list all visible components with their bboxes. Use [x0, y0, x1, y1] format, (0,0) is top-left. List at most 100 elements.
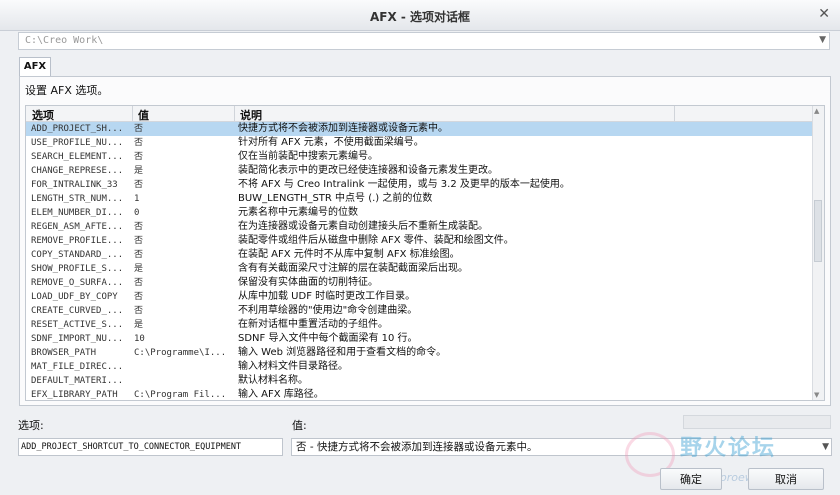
row-option: SDNF_IMPORT_NU...: [31, 334, 124, 344]
column-divider[interactable]: [674, 106, 675, 121]
vertical-scrollbar[interactable]: ▲ ▼: [812, 106, 824, 400]
table-row[interactable]: MAT_FILE_DIREC... 输入材料文件目录路径。: [26, 360, 814, 374]
row-value: 否: [134, 292, 144, 302]
scroll-up-icon[interactable]: ▲: [814, 107, 819, 115]
row-option: EFX_LIBRARY_PATH: [31, 390, 118, 400]
row-value: 否: [134, 250, 144, 260]
row-option: MAT_FILE_DIREC...: [31, 362, 124, 372]
row-value: 否: [134, 138, 144, 148]
row-value: 10: [134, 334, 145, 344]
options-panel: 设置 AFX 选项。 选项 值 说明 ADD_PROJECT_SH... 否 快捷方…: [19, 76, 831, 406]
table-row[interactable]: USE_PROFILE_NU... 否 针对所有 AFX 元素，不使用截面梁编号。: [26, 136, 814, 150]
table-row[interactable]: DEFAULT_MATERI... 默认材料名称。: [26, 374, 814, 388]
close-icon[interactable]: ✕: [818, 6, 830, 22]
row-description: 针对所有 AFX 元素，不使用截面梁编号。: [238, 137, 424, 148]
options-table: 选项 值 说明 ADD_PROJECT_SH... 否 快捷方式将不会被添加到连接器…: [25, 105, 825, 401]
table-row[interactable]: COPY_STANDARD_... 否 在装配 AFX 元件时不从库中复制 AFX …: [26, 248, 814, 262]
row-description: 仅在当前装配中搜索元素编号。: [238, 151, 378, 162]
row-value: 是: [134, 264, 144, 274]
row-description: 在新对话框中重置活动的子组件。: [238, 319, 388, 330]
option-name-field[interactable]: ADD_PROJECT_SHORTCUT_TO_CONNECTOR_EQUIPM…: [18, 438, 283, 456]
row-description: 保留没有实体曲面的切削特征。: [238, 277, 378, 288]
panel-description: 设置 AFX 选项。: [25, 84, 109, 97]
table-row[interactable]: REMOVE_O_SURFA... 否 保留没有实体曲面的切削特征。: [26, 276, 814, 290]
tab-afx[interactable]: AFX: [19, 57, 51, 76]
scrollbar-thumb[interactable]: [814, 200, 822, 262]
header-option[interactable]: 选项: [32, 107, 54, 123]
row-description: 输入材料文件目录路径。: [238, 361, 348, 372]
row-value: 1: [134, 194, 140, 204]
row-option: CREATE_CURVED_...: [31, 306, 124, 316]
value-label: 值:: [292, 419, 307, 432]
row-option: ELEM_NUMBER_DI...: [31, 208, 124, 218]
table-row[interactable]: LOAD_UDF_BY_COPY 否 从库中加载 UDF 时临时更改工作目录。: [26, 290, 814, 304]
watermark-text: 野火论坛: [680, 436, 777, 461]
scroll-down-icon[interactable]: ▼: [814, 391, 819, 399]
row-description: 元素名称中元素编号的位数: [238, 207, 358, 218]
row-description: 装配零件或组件后从磁盘中删除 AFX 零件、装配和绘图文件。: [238, 235, 514, 246]
row-value: 否: [134, 306, 144, 316]
ok-button[interactable]: 确定: [660, 468, 722, 490]
row-value: 0: [134, 208, 140, 218]
row-description: 不利用草绘器的"使用边"命令创建曲梁。: [238, 305, 418, 316]
table-header: 选项 值 说明: [26, 106, 814, 122]
table-row[interactable]: REMOVE_PROFILE... 否 装配零件或组件后从磁盘中删除 AFX 零件、…: [26, 234, 814, 248]
row-description: BUW_LENGTH_STR 中点号 (.) 之前的位数: [238, 193, 433, 204]
row-description: 输入 Web 浏览器路径和用于查看文档的命令。: [238, 347, 447, 358]
cancel-button[interactable]: 取消: [748, 468, 824, 490]
row-description: 默认材料名称。: [238, 375, 308, 386]
row-description: 在装配 AFX 元件时不从库中复制 AFX 标准绘图。: [238, 249, 460, 260]
row-option: COPY_STANDARD_...: [31, 250, 124, 260]
table-row[interactable]: REGEN_ASM_AFTE... 否 在为连接器或设备元素自动创建接头后不重新生成…: [26, 220, 814, 234]
row-value: C:\Programme\I...: [134, 348, 227, 358]
row-option: LENGTH_STR_NUM...: [31, 194, 124, 204]
row-description: 装配简化表示中的更改已经使连接器和设备元素发生更改。: [238, 165, 498, 176]
row-option: ADD_PROJECT_SH...: [31, 124, 124, 134]
row-option: USE_PROFILE_NU...: [31, 138, 124, 148]
table-row[interactable]: BROWSER_PATH C:\Programme\I... 输入 Web 浏览器路…: [26, 346, 814, 360]
value-select-text: 否 - 快捷方式将不会被添加到连接器或设备元素中。: [296, 441, 538, 453]
table-row[interactable]: RESET_ACTIVE_S... 是 在新对话框中重置活动的子组件。: [26, 318, 814, 332]
working-directory-value: C:\Creo Work\: [25, 35, 104, 46]
table-row[interactable]: CHANGE_REPRESE... 是 装配简化表示中的更改已经使连接器和设备元素发…: [26, 164, 814, 178]
row-value: 否: [134, 222, 144, 232]
row-value: 是: [134, 320, 144, 330]
table-row[interactable]: FOR_INTRALINK_33 否 不将 AFX 与 Creo Intralink…: [26, 178, 814, 192]
row-option: CHANGE_REPRESE...: [31, 166, 124, 176]
column-divider[interactable]: [234, 106, 235, 121]
row-description: 不将 AFX 与 Creo Intralink 一起使用，或与 3.2 及更早的…: [238, 179, 570, 190]
table-row[interactable]: SHOW_PROFILE_S... 是 含有有关截面梁尺寸注解的层在装配截面梁后出现…: [26, 262, 814, 276]
row-value: 否: [134, 124, 144, 134]
row-option: BROWSER_PATH: [31, 348, 97, 358]
chevron-down-icon[interactable]: ▼: [822, 439, 829, 455]
row-option: SHOW_PROFILE_S...: [31, 264, 124, 274]
table-row[interactable]: ELEM_NUMBER_DI... 0 元素名称中元素编号的位数: [26, 206, 814, 220]
header-value[interactable]: 值: [138, 107, 149, 123]
table-row[interactable]: LENGTH_STR_NUM... 1 BUW_LENGTH_STR 中点号 (.)…: [26, 192, 814, 206]
window-title: AFX - 选项对话框: [369, 10, 471, 24]
table-row[interactable]: EFX_LIBRARY_PATH C:\Program Fil... 输入 AFX …: [26, 388, 814, 400]
row-option: SEARCH_ELEMENT...: [31, 152, 124, 162]
row-option: DEFAULT_MATERI...: [31, 376, 124, 386]
row-description: SDNF 导入文件中每个截面梁有 10 行。: [238, 333, 418, 344]
working-directory-combo[interactable]: C:\Creo Work\ ▼: [18, 32, 830, 50]
row-option: REGEN_ASM_AFTE...: [31, 222, 124, 232]
chevron-down-icon[interactable]: ▼: [819, 35, 826, 45]
table-row[interactable]: ADD_PROJECT_SH... 否 快捷方式将不会被添加到连接器或设备元素中。: [26, 122, 814, 136]
column-divider[interactable]: [132, 106, 133, 121]
row-value: 否: [134, 180, 144, 190]
row-description: 快捷方式将不会被添加到连接器或设备元素中。: [238, 123, 448, 134]
title-bar: AFX - 选项对话框 ✕: [0, 0, 840, 31]
row-value: 是: [134, 166, 144, 176]
table-row[interactable]: SEARCH_ELEMENT... 否 仅在当前装配中搜索元素编号。: [26, 150, 814, 164]
row-option: REMOVE_PROFILE...: [31, 236, 124, 246]
table-row[interactable]: CREATE_CURVED_... 否 不利用草绘器的"使用边"命令创建曲梁。: [26, 304, 814, 318]
row-value: 否: [134, 152, 144, 162]
row-description: 在为连接器或设备元素自动创建接头后不重新生成装配。: [238, 221, 488, 232]
row-option: LOAD_UDF_BY_COPY: [31, 292, 118, 302]
header-description[interactable]: 说明: [240, 107, 262, 123]
row-option: RESET_ACTIVE_S...: [31, 320, 124, 330]
table-row[interactable]: SDNF_IMPORT_NU... 10 SDNF 导入文件中每个截面梁有 10 行…: [26, 332, 814, 346]
row-description: 含有有关截面梁尺寸注解的层在装配截面梁后出现。: [238, 263, 468, 274]
row-value: 否: [134, 236, 144, 246]
